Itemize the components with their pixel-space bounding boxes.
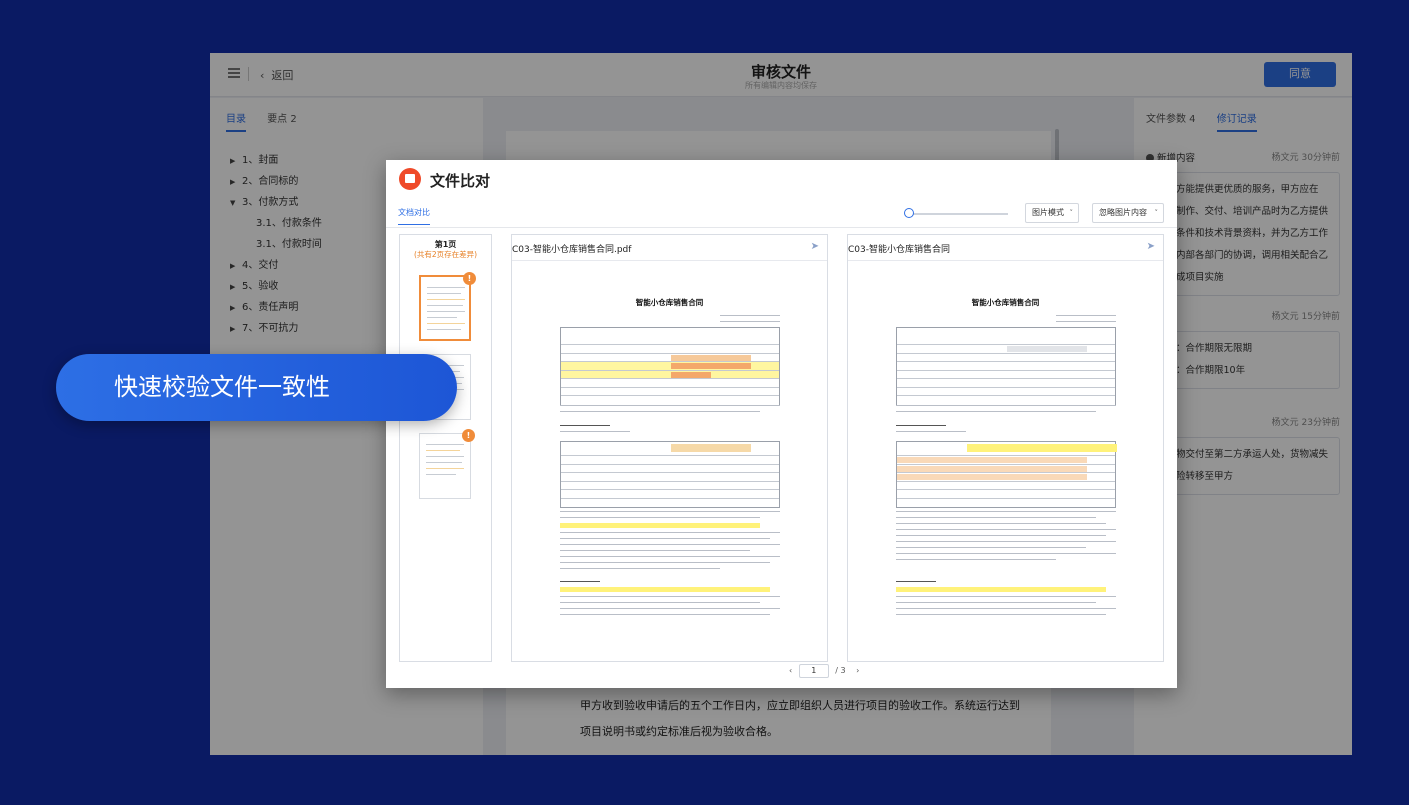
thumb-line <box>427 287 465 288</box>
thumb-line <box>427 311 465 312</box>
pdf-paragraph <box>560 511 780 574</box>
pdf-paragraph <box>560 405 780 417</box>
compare-logo-icon <box>399 168 421 190</box>
thumb-line <box>427 329 461 330</box>
zoom-slider-handle[interactable] <box>904 208 914 218</box>
thumb-line <box>426 462 462 463</box>
thumb-line <box>426 456 464 457</box>
pdf-party-table <box>560 327 780 406</box>
thumb-line <box>427 293 461 294</box>
pdf-section-1 <box>896 425 1116 437</box>
pdf-goods-table <box>896 441 1117 508</box>
zoom-slider-track[interactable] <box>908 213 1008 215</box>
pdf-section-2 <box>560 581 780 620</box>
left-document-pane: C03-智能小仓库销售合同.pdf ➤ 智能小仓库销售合同 <box>511 234 828 662</box>
pdf-heading: 智能小仓库销售合同 <box>971 298 1040 307</box>
thumb-line <box>426 474 456 475</box>
pdf-header-block <box>896 315 1116 327</box>
thumb-line <box>426 468 464 469</box>
ignore-mode-select[interactable]: 忽略图片内容 ˅ <box>1092 203 1164 223</box>
thumb-line <box>427 317 457 318</box>
chevron-down-icon: ˅ <box>1069 209 1074 217</box>
modal-title: 文件比对 <box>430 172 491 190</box>
warning-icon: ! <box>462 429 475 442</box>
view-mode-select[interactable]: 图片模式 ˅ <box>1025 203 1079 223</box>
page-thumbnail-3[interactable]: ! <box>419 429 475 499</box>
left-document-title: C03-智能小仓库销售合同.pdf <box>512 245 632 255</box>
page-number-input[interactable]: 1 <box>798 664 829 678</box>
view-mode-value: 图片模式 <box>1032 208 1064 217</box>
pdf-header-block <box>560 315 780 327</box>
warning-icon: ! <box>463 272 476 285</box>
pin-icon[interactable]: ➤ <box>811 241 819 252</box>
thumb-line <box>426 450 460 451</box>
chevron-down-icon: ˅ <box>1154 209 1159 217</box>
right-document-title: C03-智能小仓库销售合同 <box>848 245 950 255</box>
modal-toolbar: 文档对比 图片模式 ˅ 忽略图片内容 ˅ <box>386 198 1177 228</box>
pdf-heading: 智能小仓库销售合同 <box>635 298 704 307</box>
pin-icon[interactable]: ➤ <box>1147 241 1155 252</box>
thumb-line <box>427 299 465 300</box>
pagination: ‹ 1 / 3 › <box>789 664 859 678</box>
feature-banner: 快速校验文件一致性 <box>56 354 457 421</box>
right-document-pane: C03-智能小仓库销售合同 ➤ 智能小仓库销售合同 <box>847 234 1164 662</box>
pdf-goods-table <box>560 441 780 508</box>
page-thumbnails: 第1页 (共有2页存在差异) ! ! <box>399 234 492 662</box>
prev-page-button[interactable]: ‹ <box>789 666 792 675</box>
pane-header: C03-智能小仓库销售合同.pdf ➤ <box>512 235 827 261</box>
thumb-line <box>427 323 465 324</box>
pdf-paragraph <box>896 405 1116 417</box>
pdf-section-1 <box>560 425 780 437</box>
pane-header: C03-智能小仓库销售合同 ➤ <box>848 235 1163 261</box>
file-compare-modal: 文件比对 文档对比 图片模式 ˅ 忽略图片内容 ˅ 第1页 (共有2页存在差异) ! <box>386 160 1177 688</box>
thumb-line <box>427 305 463 306</box>
ignore-mode-value: 忽略图片内容 <box>1099 208 1147 217</box>
pdf-section-2 <box>896 581 1116 620</box>
pdf-paragraph <box>896 511 1116 565</box>
thumb-line <box>426 444 464 445</box>
tab-document-compare[interactable]: 文档对比 <box>398 207 430 225</box>
page-total: / 3 <box>835 666 846 675</box>
page-thumbnail-1[interactable]: ! <box>419 272 476 341</box>
next-page-button[interactable]: › <box>856 666 859 675</box>
pdf-party-table <box>896 327 1116 406</box>
diff-count-label: (共有2页存在差异) <box>413 250 478 259</box>
